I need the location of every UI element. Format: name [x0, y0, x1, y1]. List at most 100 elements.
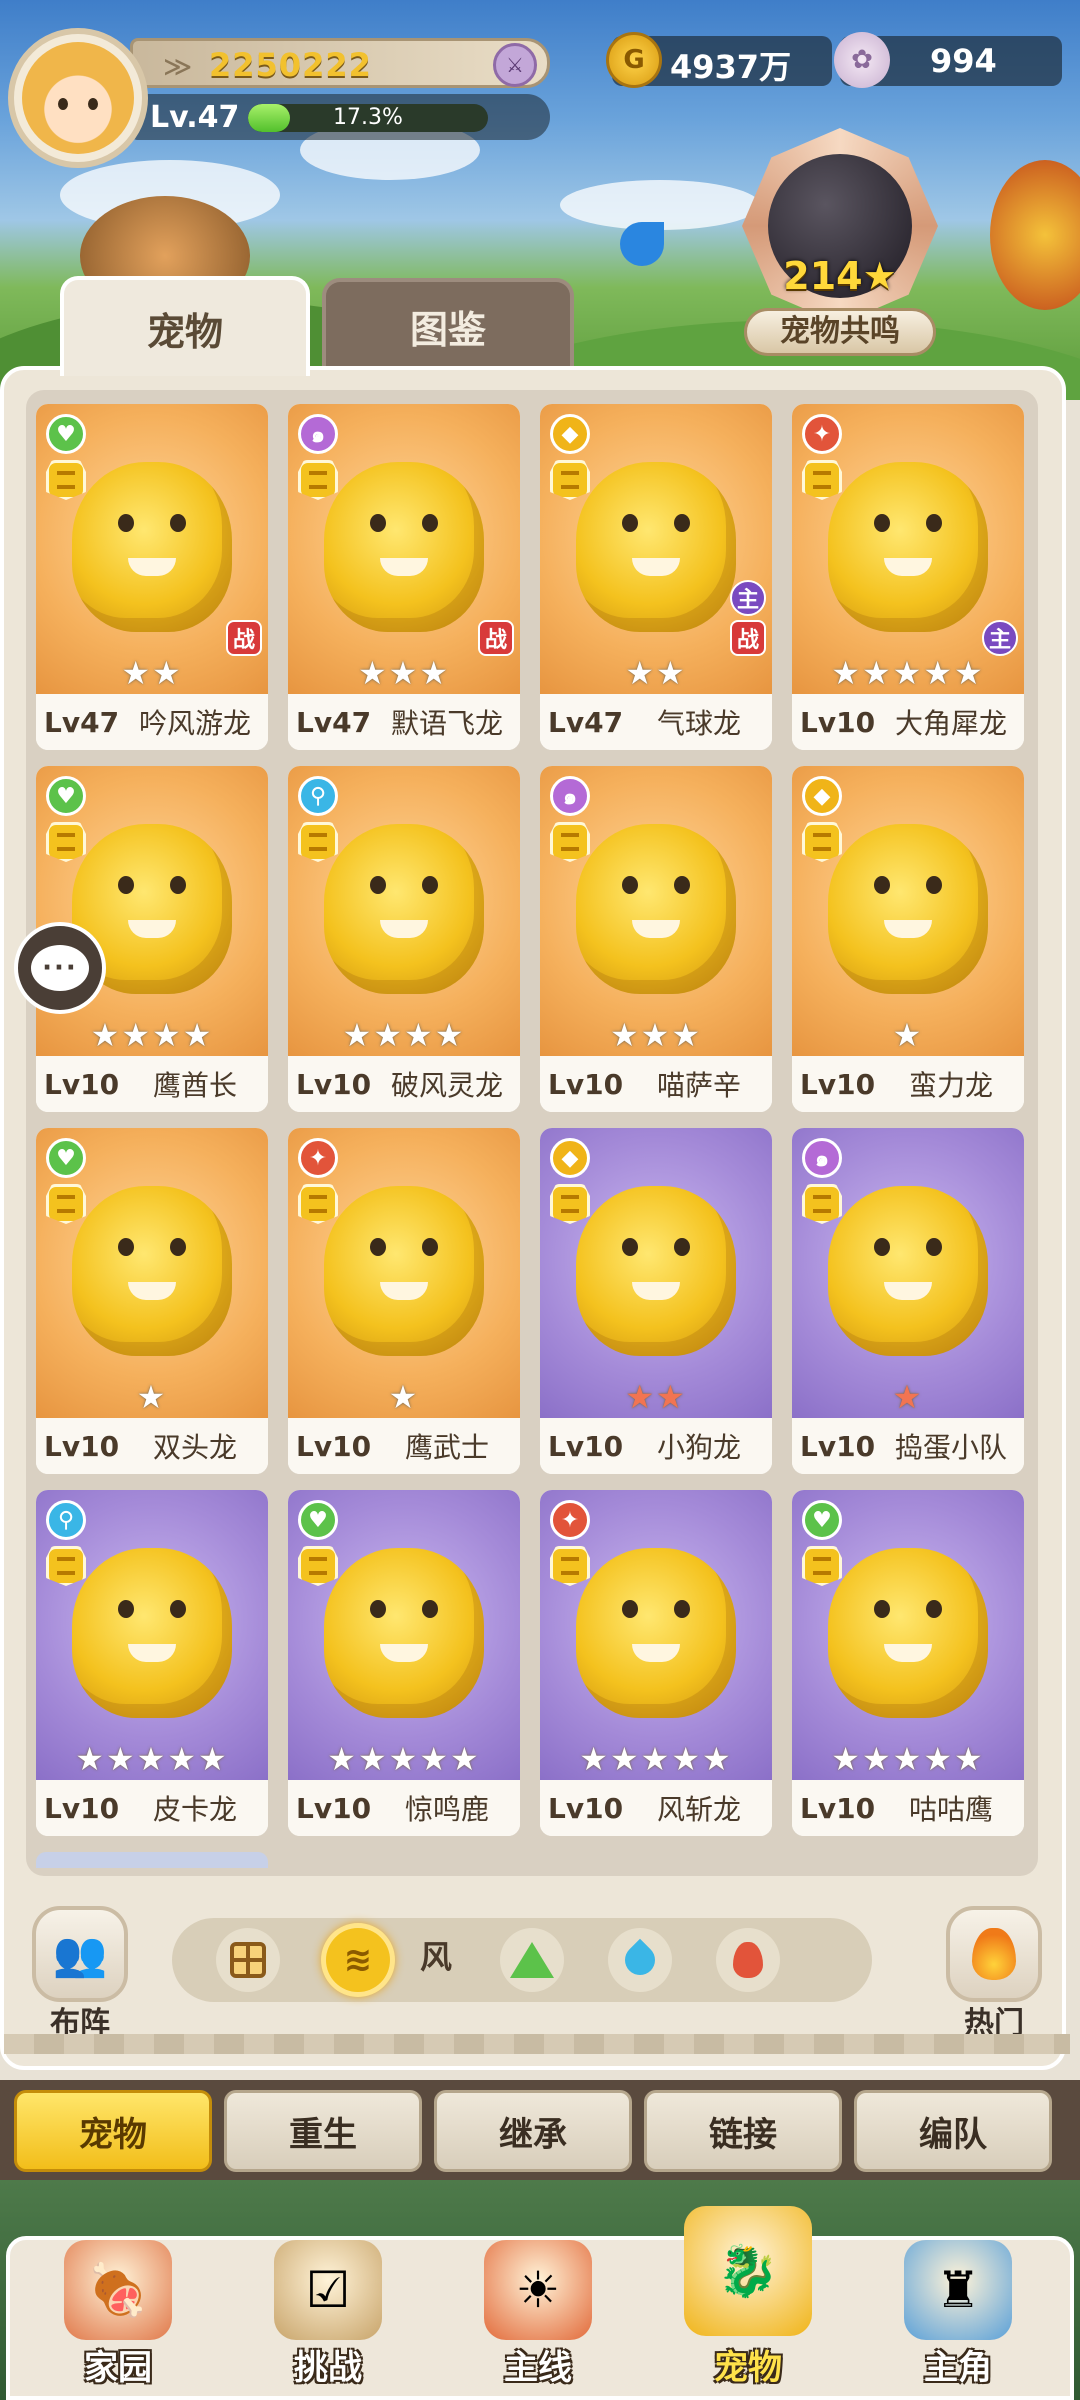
wind-type-icon [298, 822, 338, 862]
subtab-1[interactable]: 重生 [224, 2090, 422, 2172]
pet-card[interactable]: ◆ ★★ Lv10 小狗龙 [540, 1128, 772, 1474]
pet-level: Lv10 [800, 1429, 876, 1463]
gold-currency[interactable]: G 4937万 [606, 32, 832, 88]
pet-card[interactable]: ◆ ★ Lv10 蛮力龙 [792, 766, 1024, 1112]
hot-button[interactable] [946, 1906, 1042, 2002]
pet-creature [576, 462, 736, 632]
pet-name: 默语飞龙 [390, 707, 503, 740]
tab-codex[interactable]: 图鉴 [322, 278, 574, 370]
pet-panel: ♥ ★★ 战 Lv47 吟风游龙๑ ★★★ 战 Lv47 默语飞龙 ◆ ★★ 主战 Lv47 气球龙 ✦ ★★… [0, 366, 1070, 2070]
pet-name: 鹰酋长 [152, 1069, 237, 1102]
pet-stars: ★★★ [357, 654, 451, 692]
pet-name: 鹰武士 [404, 1431, 489, 1464]
pet-info: Lv10 咕咕鹰 [792, 1780, 1024, 1836]
tab-pets[interactable]: 宠物 [60, 276, 310, 376]
pet-info: Lv10 风斩龙 [540, 1780, 772, 1836]
resonance-label: 宠物共鸣 [744, 308, 936, 356]
pet-stars: ★ [388, 1378, 420, 1416]
nav-3[interactable]: 🐉 宠物 [648, 2206, 848, 2400]
gold-coin-icon: G [606, 32, 662, 88]
pet-grid[interactable]: ♥ ★★ 战 Lv47 吟风游龙๑ ★★★ 战 Lv47 默语飞龙 ◆ ★★ 主战 Lv47 气球龙 ✦ ★★… [26, 390, 1038, 1876]
main-badge: 主 [730, 580, 766, 616]
pet-card[interactable]: ๑ ★ Lv10 捣蛋小队 [792, 1128, 1024, 1474]
pet-creature [324, 824, 484, 994]
nav-2[interactable]: ☀ 主线 [438, 2230, 638, 2400]
pet-card[interactable]: ⚲ ★★★★ Lv10 破风灵龙 [288, 766, 520, 1112]
pet-creature [324, 1186, 484, 1356]
nav-0[interactable]: 🍖 家园 [18, 2230, 218, 2400]
chat-button[interactable]: ··· [14, 922, 106, 1014]
wind-type-icon [46, 822, 86, 862]
pet-info: Lv10 小狗龙 [540, 1418, 772, 1474]
pet-level: Lv10 [44, 1067, 120, 1101]
player-level: Lv.47 [150, 100, 240, 135]
nav-4[interactable]: ♜ 主角 [858, 2230, 1058, 2400]
blue-element-icon: ⚲ [298, 776, 338, 816]
water-element-icon[interactable] [608, 1928, 672, 1992]
wind-element-icon[interactable]: ≋ [326, 1928, 390, 1992]
pet-level: Lv10 [296, 1067, 372, 1101]
pet-card[interactable]: ✦ ★ Lv10 鹰武士 [288, 1128, 520, 1474]
pet-stars: ★ [892, 1378, 924, 1416]
crossed-swords-icon[interactable]: ⚔ [493, 43, 537, 87]
shell-currency[interactable]: ✿ 994 [834, 32, 1062, 88]
pet-resonance-button[interactable]: 214★ 宠物共鸣 [730, 128, 950, 368]
bottom-nav: 🍖 家园 ☑ 挑战 ☀ 主线 🐉 宠物 ♜ 主角 [0, 2180, 1080, 2400]
pet-name: 惊鸣鹿 [404, 1793, 489, 1826]
pet-card[interactable]: ⚲ ★★★★★ Lv10 皮卡龙 [36, 1490, 268, 1836]
fire-element-icon[interactable] [716, 1928, 780, 1992]
pet-stars: ★★★★★ [327, 1740, 481, 1778]
function-tab-bar: 宠物 重生 继承 链接 编队 [0, 2080, 1080, 2180]
pet-dragon-icon: 🐉 [684, 2206, 812, 2336]
wind-type-icon [802, 1184, 842, 1224]
pet-name: 风斩龙 [656, 1793, 741, 1826]
pet-card[interactable]: ♥ ★ Lv10 双头龙 [36, 1128, 268, 1474]
pet-card[interactable]: ✦ ★★★★★ Lv10 风斩龙 [540, 1490, 772, 1836]
wind-type-icon [46, 1546, 86, 1586]
element-filter-bar: ≋ 风 [172, 1918, 872, 2002]
pet-creature [72, 1186, 232, 1356]
wind-type-icon [550, 822, 590, 862]
pet-card[interactable]: ♥ ★★★★★ Lv10 咕咕鹰 [792, 1490, 1024, 1836]
pet-card[interactable]: ✦ ★★★★★ 主 Lv10 大角犀龙 [792, 404, 1024, 750]
pet-creature [324, 1548, 484, 1718]
subtab-3[interactable]: 链接 [644, 2090, 842, 2172]
pet-card[interactable]: ๑ ★★★ Lv10 喵萨辛 [540, 766, 772, 1112]
pet-card[interactable]: ♥ ★★ 战 Lv47 吟风游龙 [36, 404, 268, 750]
pet-name: 蛮力龙 [908, 1069, 993, 1102]
pet-stars: ★★★★★ [831, 654, 985, 692]
nav-1[interactable]: ☑ 挑战 [228, 2230, 428, 2400]
pet-card[interactable]: ♥ ★★★★★ Lv10 惊鸣鹿 [288, 1490, 520, 1836]
hero-tower-icon: ♜ [904, 2240, 1012, 2340]
subtab-4[interactable]: 编队 [854, 2090, 1052, 2172]
fire-icon [972, 1928, 1016, 1980]
wind-type-icon [550, 460, 590, 500]
pet-name: 皮卡龙 [152, 1793, 237, 1826]
power-bar: ≫ 2250222 ⚔ [130, 38, 550, 88]
pet-card[interactable]: ๑ ★★★ 战 Lv47 默语飞龙 [288, 404, 520, 750]
subtab-2[interactable]: 继承 [434, 2090, 632, 2172]
team-formation-button[interactable]: 👥 [32, 1906, 128, 2002]
yellow-element-icon: ◆ [802, 776, 842, 816]
nav-label: 挑战 [294, 2348, 362, 2388]
wind-type-icon [46, 1184, 86, 1224]
pet-info: Lv10 皮卡龙 [36, 1780, 268, 1836]
player-avatar[interactable] [8, 28, 148, 168]
battle-badge: 战 [730, 620, 766, 656]
pet-card[interactable]: ◆ ★★ 主战 Lv47 气球龙 [540, 404, 772, 750]
subtab-0[interactable]: 宠物 [14, 2090, 212, 2172]
yellow-element-icon: ◆ [550, 414, 590, 454]
earth-element-icon[interactable] [500, 1928, 564, 1992]
purple-element-icon: ๑ [298, 414, 338, 454]
pet-level: Lv10 [548, 1067, 624, 1101]
all-grid-icon[interactable] [216, 1928, 280, 1992]
butterfly-icon [620, 222, 664, 266]
pet-level: Lv47 [548, 705, 624, 739]
pet-stars: ★★★★★ [75, 1740, 229, 1778]
pet-stars: ★★ [625, 654, 687, 692]
pet-stars: ★★★★★ [579, 1740, 733, 1778]
pet-level: Lv47 [44, 705, 120, 739]
team-formation-icon: 👥 [52, 1929, 108, 1980]
wind-type-icon [550, 1546, 590, 1586]
pet-level: Lv10 [800, 1067, 876, 1101]
